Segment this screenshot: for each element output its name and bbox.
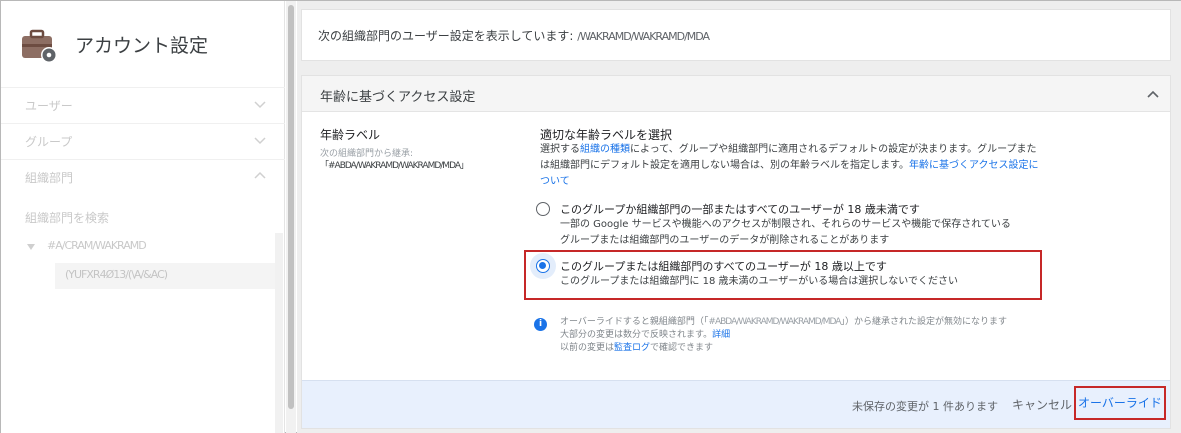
chevron-up-icon [254, 171, 266, 179]
ou-info-card: 次の組織部門のユーザー設定を表示しています: /WAKRAMD/WAKRAMD/… [301, 9, 1171, 61]
desc-text: 選択する [540, 144, 580, 155]
details-link[interactable]: 詳細 [712, 330, 730, 340]
main-content: 次の組織部門のユーザー設定を表示しています: /WAKRAMD/WAKRAMD/… [297, 1, 1181, 433]
ou-info-prefix: 次の組織部門のユーザー設定を表示しています: [318, 29, 574, 43]
unsaved-changes-text: 未保存の変更が 1 件あります [852, 400, 998, 413]
org-unit-search-input[interactable]: 組織部門を検索 [25, 209, 109, 226]
override-button[interactable]: オーバーライド [1074, 386, 1166, 420]
sidebar-item-label: ユーザー [25, 99, 73, 113]
note-text: で確認できます [650, 343, 714, 353]
note-text: 大部分の変更は数分で反映されます。 [560, 330, 713, 340]
section-description: 選択する組織の種類によって、グループや組織部門に適用されるデフォルトの設定が決ま… [540, 142, 1040, 190]
age-settings-panel: 年齢に基づくアクセス設定 年齢ラベル 次の組織部門から継承: 「#ABDA/WA… [301, 75, 1171, 429]
section-title: 適切な年齢ラベルを選択 [540, 128, 673, 142]
org-type-link[interactable]: 組織の種類 [580, 144, 630, 155]
sidebar-header: アカウント設定 [1, 1, 285, 87]
note-text: オーバーライドすると親組織部門（「 [560, 317, 709, 327]
chevron-down-icon [254, 137, 266, 145]
cancel-button[interactable]: キャンセル [1012, 396, 1072, 413]
page-title: アカウント設定 [75, 35, 209, 57]
note-line-1: オーバーライドすると親組織部門（「#ABDA/WAKRAMD/WAKRAMD/M… [560, 316, 1007, 329]
audit-log-link[interactable]: 監査ログ [614, 343, 650, 353]
under-18-desc-1: 一部の Google サービスや機能へのアクセスが制限され、それらのサービスや機… [560, 219, 1011, 230]
sidebar-item-org-units[interactable]: 組織部門 [1, 159, 285, 195]
panel-title: 年齢に基づくアクセス設定 [320, 90, 476, 105]
sidebar-item-users[interactable]: ユーザー [1, 87, 285, 123]
under-18-desc-2: グループまたは組織部門のユーザーのデータが削除されることがあります [560, 235, 890, 246]
tree-selected-org-unit[interactable]: (YUFXR4Ø13/(\A/&AC) [55, 263, 281, 289]
sidebar-item-groups[interactable]: グループ [1, 123, 285, 159]
note-line-2: 大部分の変更は数分で反映されます。詳細 [560, 329, 1007, 342]
sidebar-item-label: 組織部門 [25, 171, 74, 185]
page-scrollbar-thumb[interactable] [288, 5, 294, 409]
tree-expand-icon[interactable] [27, 244, 35, 250]
chevron-down-icon [254, 101, 266, 109]
inherited-ou-name: 「#ABDA/WAKRAMD/WAKRAMD/MDA」 [320, 161, 469, 171]
sidebar-item-label: グループ [25, 135, 73, 149]
override-note: オーバーライドすると親組織部門（「#ABDA/WAKRAMD/WAKRAMD/M… [560, 316, 1007, 355]
parent-ou-name: #ABDA/WAKRAMD/WAKRAMD/MDA [708, 317, 841, 327]
adult-radio[interactable] [536, 259, 550, 273]
sidebar: アカウント設定 ユーザー グループ 組織部門 組織部門を検索 #A/CRAM/W… [1, 1, 285, 433]
info-icon: i [534, 318, 547, 331]
collapse-icon[interactable] [1146, 88, 1160, 100]
under-18-label[interactable]: このグループか組織部門の一部またはすべてのユーザーが 18 歳未満です [560, 201, 920, 217]
adult-desc: このグループまたは組織部門に 18 歳未満のユーザーがいる場合は選択しないでくだ… [560, 276, 958, 287]
ou-name: /WAKRAMD/WAKRAMD/MDA [577, 30, 710, 43]
save-bar: 未保存の変更が 1 件あります キャンセル オーバーライド [302, 380, 1170, 428]
note-line-3: 以前の変更は監査ログで確認できます [560, 342, 1007, 355]
panel-header[interactable]: 年齢に基づくアクセス設定 [302, 76, 1170, 112]
ou-info-text: 次の組織部門のユーザー設定を表示しています: /WAKRAMD/WAKRAMD/… [318, 27, 710, 44]
note-text: 」）から継承された設定が無効になります [840, 317, 1007, 327]
age-label-heading: 年齢ラベル [320, 128, 381, 142]
briefcase-settings-icon [22, 29, 57, 63]
adult-label[interactable]: このグループまたは組織部門のすべてのユーザーが 18 歳以上です [560, 258, 887, 274]
tree-item-label: (YUFXR4Ø13/(\A/&AC) [65, 268, 168, 281]
tree-root-org-unit[interactable]: #A/CRAM/WAKRAMD [47, 239, 147, 252]
under-18-radio[interactable] [536, 202, 550, 216]
note-text: 以前の変更は [560, 343, 615, 353]
sidebar-scrollbar[interactable] [275, 233, 283, 433]
